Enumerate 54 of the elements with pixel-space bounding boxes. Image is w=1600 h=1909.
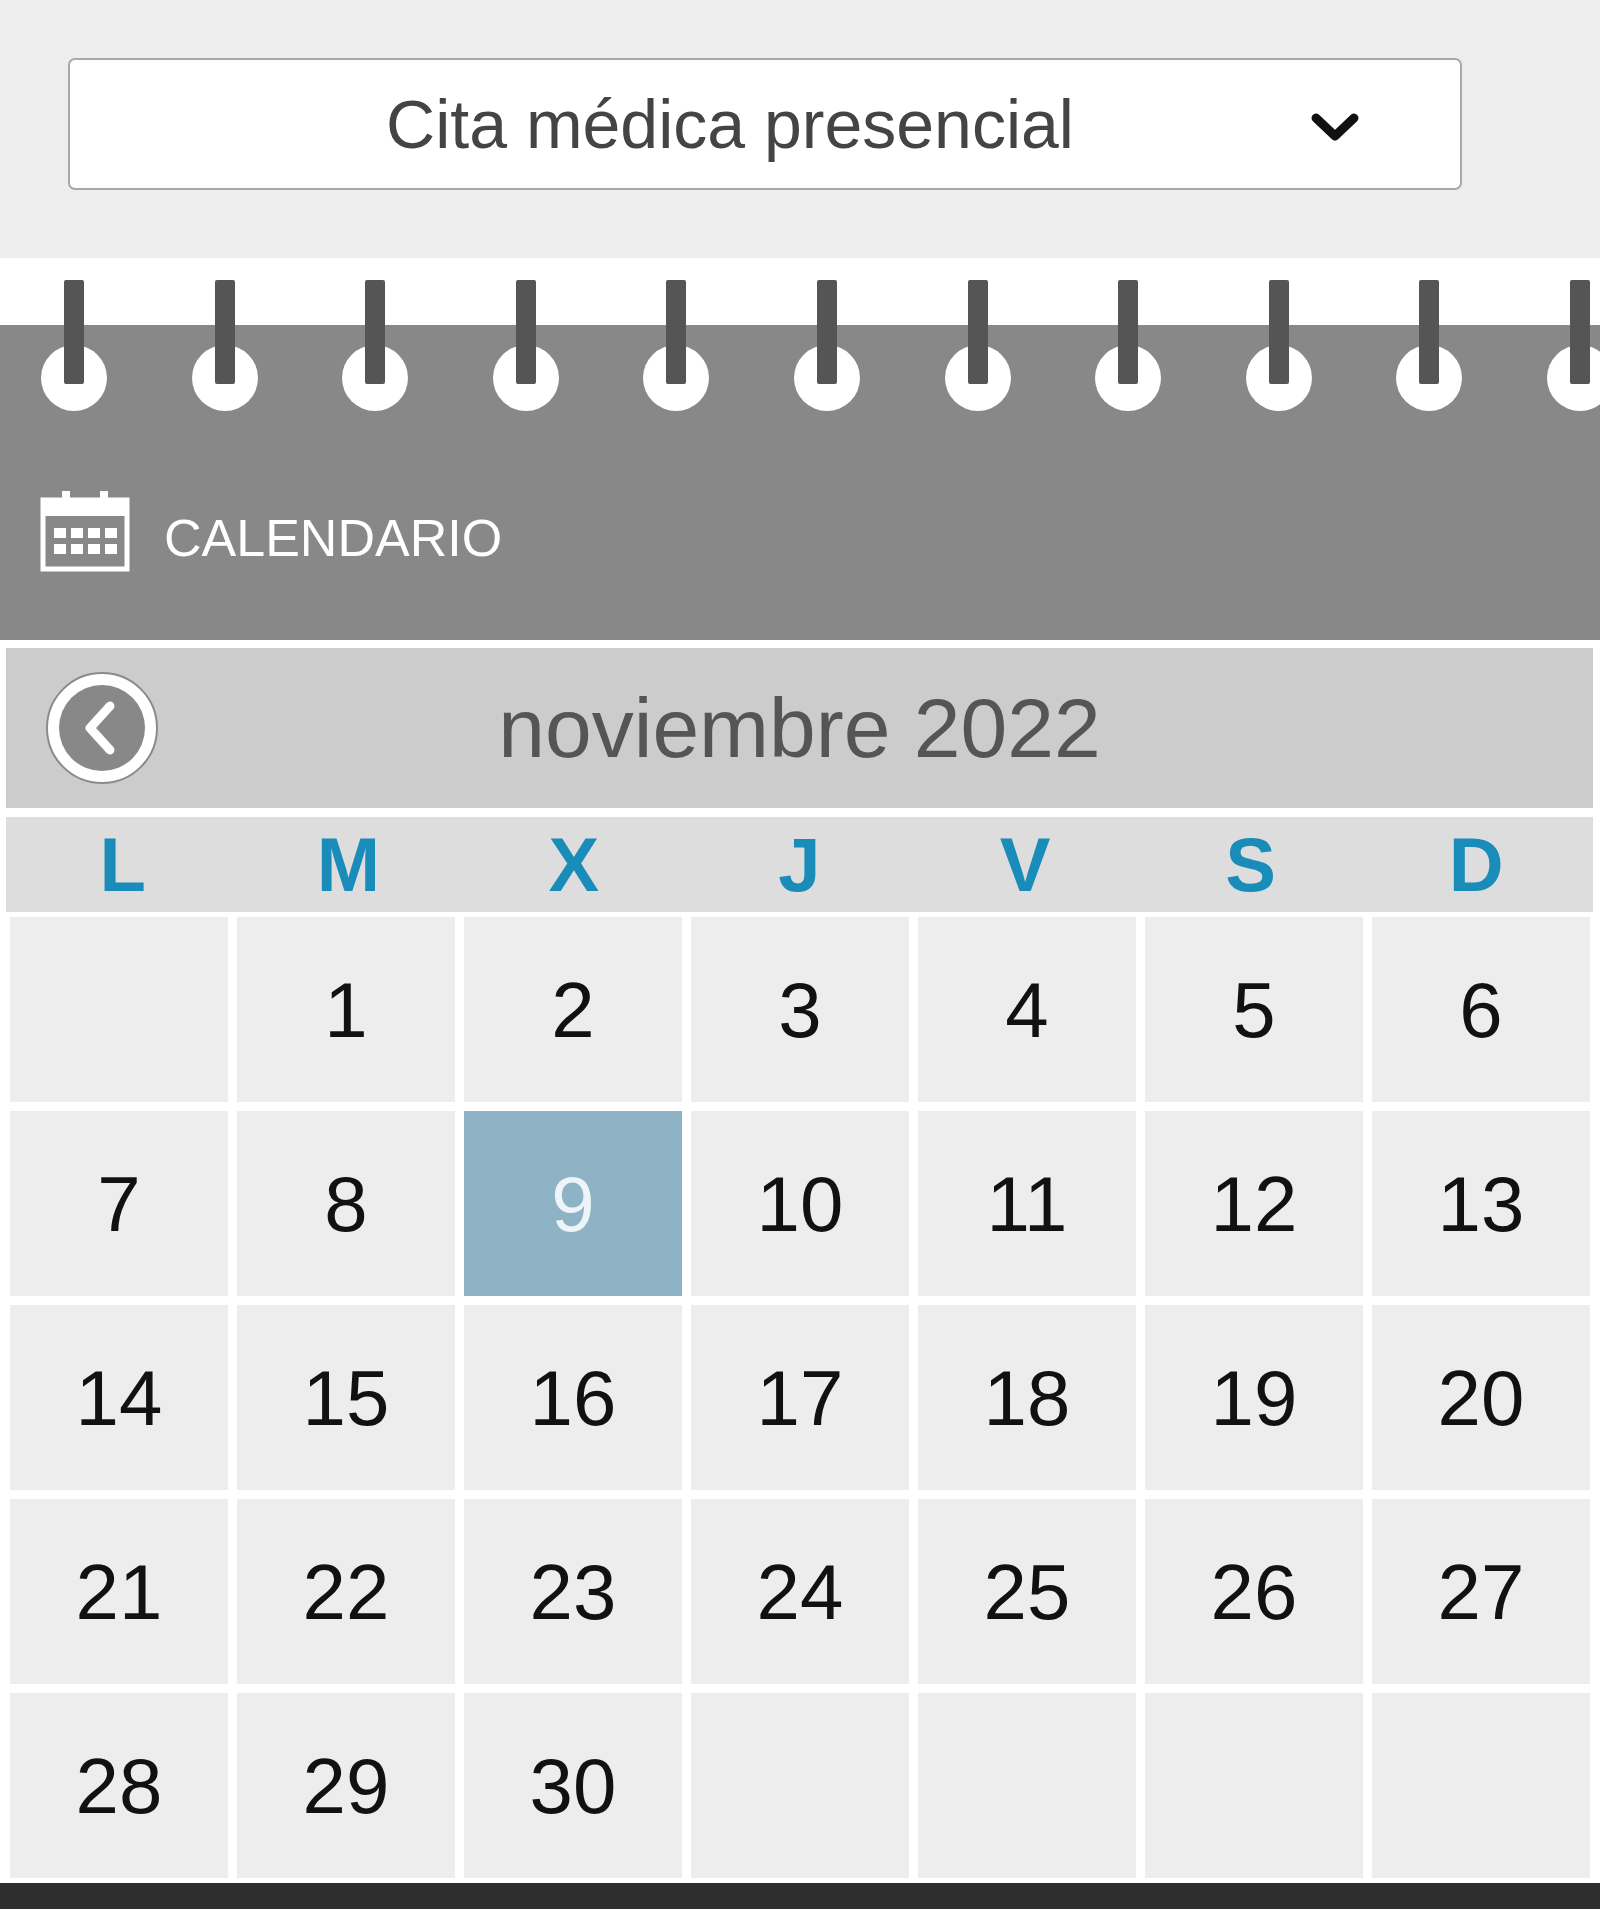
calendar-day[interactable]: 12	[1145, 1111, 1363, 1296]
calendar-day[interactable]: 2	[464, 917, 682, 1102]
calendar-day[interactable]: 6	[1372, 917, 1590, 1102]
chevron-down-icon	[1310, 112, 1360, 142]
calendar-day[interactable]: 28	[10, 1693, 228, 1878]
binder-ring-icon	[40, 280, 108, 412]
calendar-day[interactable]: 4	[918, 917, 1136, 1102]
weekday-label: D	[1448, 826, 1504, 903]
calendar-day[interactable]: 11	[918, 1111, 1136, 1296]
calendar-day[interactable]: 5	[1145, 917, 1363, 1102]
weekday-label: V	[999, 826, 1051, 903]
calendar-day[interactable]: 1	[237, 917, 455, 1102]
binder-ring-icon	[1395, 280, 1464, 412]
binder-ring-icon	[190, 280, 259, 412]
weekday-label: M	[316, 826, 380, 903]
calendar-day[interactable]: 10	[691, 1111, 909, 1296]
previous-month-button[interactable]	[46, 672, 158, 784]
calendar-day[interactable]: 21	[10, 1499, 228, 1684]
calendar-day[interactable]: 17	[691, 1305, 909, 1490]
calendar-day[interactable]: 29	[237, 1693, 455, 1878]
calendar-day[interactable]: 3	[691, 917, 909, 1102]
weekday-label: S	[1225, 826, 1276, 903]
appointment-type-dropdown[interactable]: Cita médica presencial	[68, 58, 1462, 190]
calendar-day[interactable]: 22	[237, 1499, 455, 1684]
calendar-day[interactable]: 26	[1145, 1499, 1363, 1684]
calendar-day[interactable]: 19	[1145, 1305, 1363, 1490]
binder-ring-icon	[792, 280, 861, 412]
calendar-day[interactable]: 24	[691, 1499, 909, 1684]
binder-ring-icon	[1244, 280, 1313, 412]
chevron-left-circle-icon	[46, 672, 158, 784]
calendar-day[interactable]: 25	[918, 1499, 1136, 1684]
binder-ring-icon	[341, 280, 410, 412]
month-title: noviembre 2022	[498, 686, 1101, 770]
binder-ring-icon	[642, 280, 711, 412]
calendar-day[interactable]: 18	[918, 1305, 1136, 1490]
binder-ring-icon	[491, 280, 560, 412]
calendar-day[interactable]: 7	[10, 1111, 228, 1296]
calendar-day[interactable]: 23	[464, 1499, 682, 1684]
calendar-day[interactable]: 20	[1372, 1305, 1590, 1490]
calendar-day[interactable]: 30	[464, 1693, 682, 1878]
calendar-day[interactable]: 14	[10, 1305, 228, 1490]
weekday-label: X	[548, 826, 600, 903]
calendar-icon	[40, 490, 130, 572]
weekday-label: J	[778, 826, 821, 903]
weekday-label: L	[99, 826, 146, 903]
calendar-day[interactable]: 15	[237, 1305, 455, 1490]
binder-ring-icon	[943, 280, 1012, 412]
calendar-day[interactable]: 13	[1372, 1111, 1590, 1296]
calendar-day[interactable]: 16	[464, 1305, 682, 1490]
calendar-day[interactable]: 8	[237, 1111, 455, 1296]
calendar-day[interactable]: 27	[1372, 1499, 1590, 1684]
calendar-title: CALENDARIO	[164, 508, 503, 564]
binder-ring-icon	[1094, 280, 1163, 412]
binder-ring-icon	[1545, 280, 1600, 412]
